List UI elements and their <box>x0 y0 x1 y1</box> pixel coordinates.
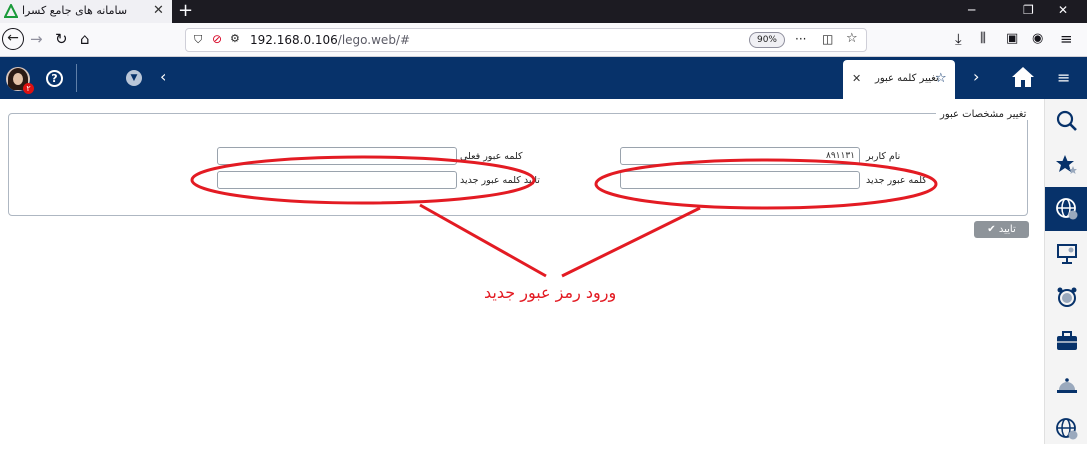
annotation-ellipse-right <box>594 158 938 210</box>
annotation-overlay <box>190 155 938 278</box>
annotation-arrow-right <box>561 206 701 278</box>
annotation-ellipse-left <box>190 155 536 205</box>
annotation-arrow-left <box>419 203 547 278</box>
annotation-text: ورود رمز عبور جدید <box>484 283 617 302</box>
